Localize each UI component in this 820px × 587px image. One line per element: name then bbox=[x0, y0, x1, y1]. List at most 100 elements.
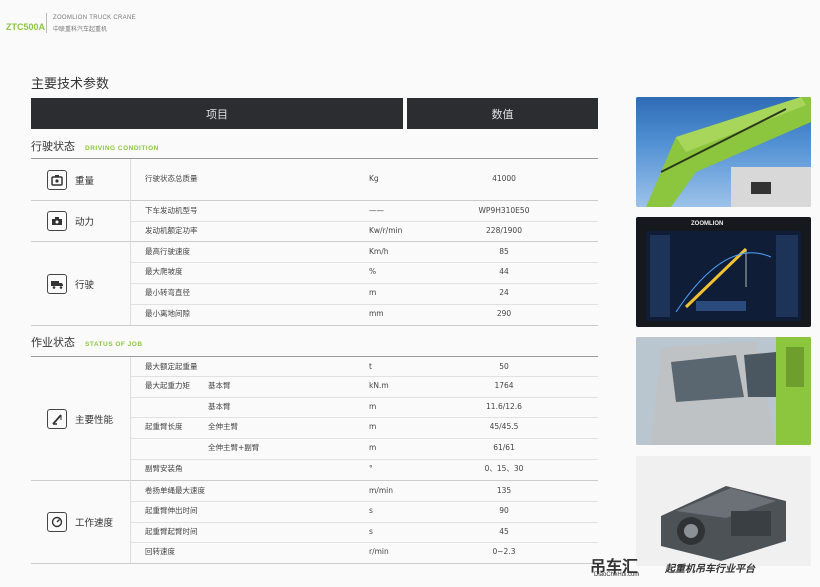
table-row: 起重臂伸出时间 s 90 bbox=[131, 501, 598, 522]
spec-value: 1764 bbox=[494, 381, 514, 390]
row-divider bbox=[131, 376, 598, 377]
section-subtitle: DRIVING CONDITION bbox=[85, 145, 159, 152]
spec-unit: Km/h bbox=[369, 247, 389, 256]
row-divider bbox=[131, 459, 598, 460]
spec-name: 起重臂伸出时间 bbox=[145, 506, 198, 515]
row-divider bbox=[131, 262, 598, 263]
table-row: 行驶状态总质量 Kg 41000 bbox=[131, 169, 598, 190]
section-title: 行驶状态 bbox=[31, 140, 75, 153]
spec-unit: s bbox=[369, 527, 373, 536]
spec-value: 228/1900 bbox=[486, 226, 522, 235]
table-row: 最小离地间隙 mm 290 bbox=[131, 304, 598, 325]
table-row: 基本臂 m 11.6/12.6 bbox=[131, 397, 598, 418]
divider bbox=[31, 563, 598, 564]
table-row: 回转速度 r/min 0~2.3 bbox=[131, 542, 598, 563]
control-screen-photo: ZOOMLION bbox=[636, 217, 811, 327]
spec-name: 行驶状态总质量 bbox=[145, 174, 198, 183]
category-weight: 重量 bbox=[31, 159, 130, 200]
brand-chinese: 中联重科汽车起重机 bbox=[53, 26, 108, 33]
speedometer-icon bbox=[47, 512, 67, 532]
spec-name: 起重臂起臂时间 bbox=[145, 527, 198, 536]
row-divider bbox=[131, 283, 598, 284]
category-drive: 行驶 bbox=[31, 242, 130, 325]
spec-unit: % bbox=[369, 267, 377, 276]
brand-english: ZOOMLION TRUCK CRANE bbox=[53, 15, 136, 21]
spec-unit: t bbox=[369, 362, 372, 371]
category-label: 行驶 bbox=[75, 279, 95, 291]
section-subtitle: STATUS OF JOB bbox=[85, 341, 143, 348]
spec-name: 起重臂长度 bbox=[145, 422, 183, 431]
watermark-slogan: 起重机吊车行业平台 bbox=[665, 564, 755, 575]
spec-name: 最小离地间隙 bbox=[145, 309, 190, 318]
table-row: 最小转弯直径 m 24 bbox=[131, 283, 598, 304]
category-speed: 工作速度 bbox=[31, 481, 130, 563]
spec-unit: Kg bbox=[369, 174, 379, 183]
category-power: 动力 bbox=[31, 201, 130, 241]
spec-name: 下车发动机型号 bbox=[145, 206, 198, 215]
table-row: 最大起重力矩 基本臂 kN.m 1764 bbox=[131, 376, 598, 397]
spec-value: 135 bbox=[496, 486, 512, 495]
table-row: 最大爬坡度% 44 bbox=[131, 262, 598, 283]
spec-name: 回转速度 bbox=[145, 547, 175, 556]
spec-subname: 基本臂 bbox=[208, 402, 231, 411]
row-divider bbox=[131, 522, 598, 523]
spec-unit: m bbox=[369, 402, 377, 411]
spec-subname: 全伸主臂+副臂 bbox=[208, 443, 260, 452]
row-divider bbox=[131, 304, 598, 305]
spec-subname: 全伸主臂 bbox=[208, 422, 238, 431]
spec-unit: m/min bbox=[369, 486, 393, 495]
model-name: ZTC500A bbox=[6, 22, 46, 32]
category-performance: 主要性能 bbox=[31, 357, 130, 480]
spec-unit: m bbox=[369, 443, 377, 452]
table-row: 副臂安装角 ° 0、15、30 bbox=[131, 459, 598, 480]
spec-value: WP9H310E50 bbox=[478, 206, 530, 215]
spec-unit: ° bbox=[369, 464, 373, 473]
category-label: 工作速度 bbox=[75, 518, 114, 529]
spec-value: 41000 bbox=[492, 174, 516, 183]
category-label: 主要性能 bbox=[75, 414, 114, 426]
row-divider bbox=[131, 221, 598, 222]
cab-photo bbox=[636, 337, 811, 445]
spec-name: 最大爬坡度 bbox=[145, 267, 183, 276]
spec-value: 290 bbox=[496, 309, 512, 318]
spec-name: 最高行驶速度 bbox=[145, 247, 190, 256]
section-driving: 行驶状态 DRIVING CONDITION bbox=[31, 138, 159, 154]
section-job: 作业状态 STATUS OF JOB bbox=[31, 334, 143, 350]
spec-unit: r/min bbox=[369, 547, 389, 556]
row-divider bbox=[131, 542, 598, 543]
table-row: 最大额定起重量 t 50 bbox=[131, 357, 598, 378]
spec-value: 85 bbox=[499, 247, 509, 256]
table-row: 发动机额定功率 Kw/r/min 228/1900 bbox=[131, 221, 598, 242]
spec-value: 45/45.5 bbox=[489, 422, 519, 431]
spec-unit: —— bbox=[369, 206, 384, 215]
watermark-url: DiaoCheHui.com bbox=[594, 572, 640, 578]
spec-name: 最大起重力矩 bbox=[145, 381, 190, 390]
engine-icon bbox=[47, 211, 67, 231]
section-title: 作业状态 bbox=[31, 336, 75, 349]
row-divider bbox=[131, 438, 598, 439]
spec-value: 90 bbox=[499, 506, 509, 515]
spec-unit: kN.m bbox=[369, 381, 389, 390]
header-divider bbox=[46, 13, 47, 33]
spec-unit: m bbox=[369, 422, 377, 431]
spec-value: 11.6/12.6 bbox=[486, 402, 522, 411]
spec-unit: m bbox=[369, 288, 377, 297]
table-header-value: 数值 bbox=[407, 98, 598, 129]
row-divider bbox=[131, 397, 598, 398]
page-title: 主要技术参数 bbox=[31, 77, 110, 92]
spec-value: 50 bbox=[499, 362, 509, 371]
spec-name: 最大额定起重量 bbox=[145, 362, 198, 371]
spec-value: 0~2.3 bbox=[492, 547, 516, 556]
table-row: 最高行驶速度 Km/h 85 bbox=[131, 242, 598, 263]
truck-icon bbox=[47, 273, 67, 294]
spec-unit: mm bbox=[369, 309, 384, 318]
table-header-item: 项目 bbox=[31, 98, 403, 129]
spec-subname: 基本臂 bbox=[208, 381, 231, 390]
spec-value: 44 bbox=[499, 267, 509, 276]
spec-unit: Kw/r/min bbox=[369, 226, 403, 235]
spec-unit: s bbox=[369, 506, 373, 515]
spec-name: 卷扬单绳最大速度 bbox=[145, 486, 205, 495]
row-divider bbox=[131, 417, 598, 418]
row-divider bbox=[131, 501, 598, 502]
table-row: 起重臂长度 全伸主臂 m 45/45.5 bbox=[131, 417, 598, 438]
